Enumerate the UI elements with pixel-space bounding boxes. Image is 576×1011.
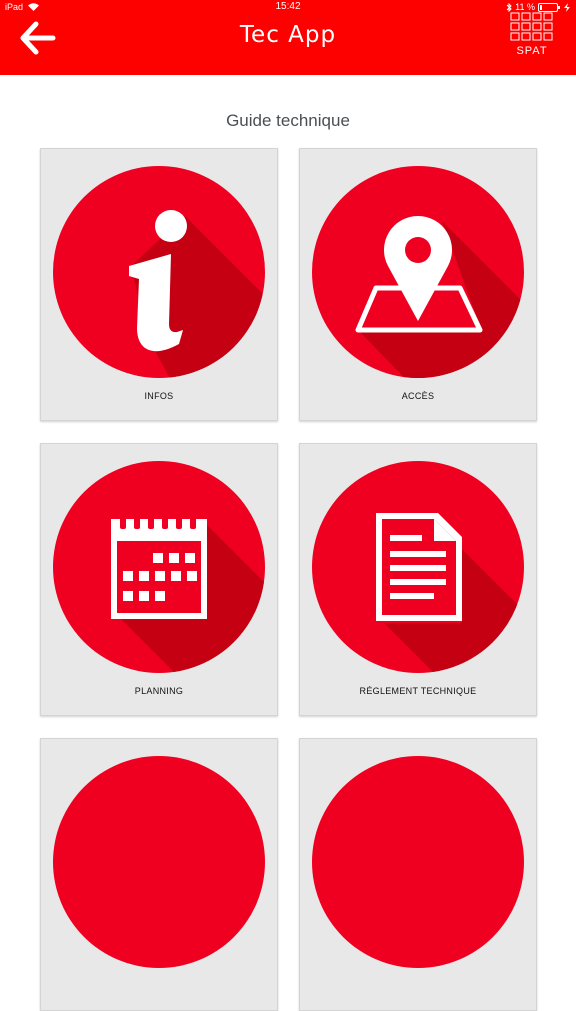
tile-label: INFOS (144, 391, 174, 401)
tile-planning[interactable]: PLANNING (40, 443, 278, 716)
status-time: 15:42 (275, 1, 301, 12)
tile-label: RÉGLEMENT TECHNIQUE (359, 686, 477, 696)
tile-acces[interactable]: ACCÈS (299, 148, 537, 421)
circle-icon (53, 756, 265, 968)
battery-icon (538, 2, 560, 12)
tile-partial-right[interactable] (299, 738, 537, 1011)
info-icon (53, 166, 265, 378)
app-title: Tec App (239, 22, 337, 48)
circle-icon (312, 756, 524, 968)
spat-logo-text: SPAT (516, 45, 548, 57)
bluetooth-icon (506, 2, 512, 12)
status-bar: iPad 15:42 11 % (0, 0, 576, 14)
tile-reglement-technique[interactable]: RÉGLEMENT TECHNIQUE (299, 443, 537, 716)
section-title: Guide technique (226, 111, 350, 130)
map-pin-icon (312, 166, 524, 378)
tile-infos[interactable]: INFOS (40, 148, 278, 421)
app-header: iPad 15:42 11 % Tec App SPAT (0, 0, 576, 75)
tile-label: ACCÈS (401, 391, 435, 401)
charging-bolt-icon (564, 2, 570, 12)
document-icon (312, 461, 524, 673)
calendar-icon (53, 461, 265, 673)
tile-partial-left[interactable] (40, 738, 278, 1011)
tile-label: PLANNING (134, 686, 184, 696)
